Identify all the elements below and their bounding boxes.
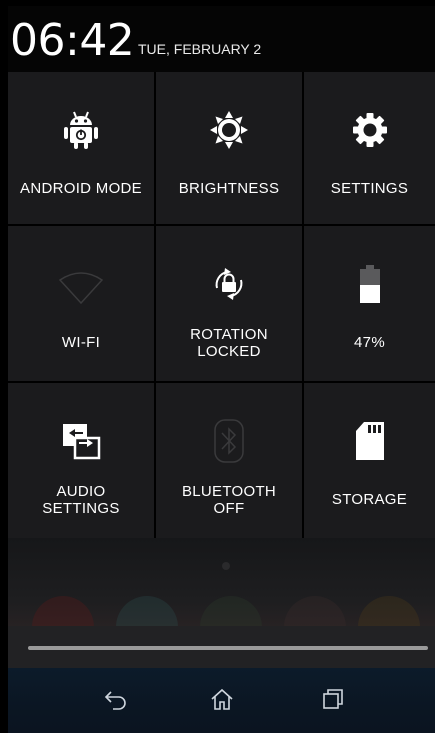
navigation-bar [8, 668, 435, 733]
tile-android-mode[interactable]: ANDROID MODE [8, 72, 154, 224]
tile-wifi[interactable]: WI-FI [8, 226, 154, 381]
tile-audio-settings[interactable]: AUDIO SETTINGS [8, 383, 154, 538]
recents-button[interactable] [313, 686, 353, 716]
tile-rotation-locked[interactable]: ROTATION LOCKED [156, 226, 302, 381]
back-button[interactable] [96, 686, 136, 716]
recents-icon [321, 688, 345, 715]
tile-settings[interactable]: SETTINGS [304, 72, 435, 224]
tile-brightness[interactable]: BRIGHTNESS [156, 72, 302, 224]
battery-icon [304, 264, 435, 304]
wifi-icon [8, 268, 154, 308]
tile-label: 47% [354, 334, 385, 351]
gear-icon [304, 110, 435, 150]
back-icon [104, 688, 128, 715]
date[interactable]: TUE, FEBRUARY 2 [138, 40, 261, 58]
brightness-icon [156, 110, 302, 150]
tile-label: BRIGHTNESS [178, 180, 280, 197]
page-indicator-dot [222, 562, 230, 570]
tile-label: SETTINGS [330, 180, 409, 197]
tile-label: AUDIO SETTINGS [42, 483, 120, 517]
rotation-lock-icon [156, 264, 302, 304]
status-header: 06:42 TUE, FEBRUARY 2 [8, 6, 435, 72]
tile-battery[interactable]: 47% [304, 226, 435, 381]
tile-label: ROTATION LOCKED [190, 326, 268, 360]
tile-label: ANDROID MODE [20, 180, 142, 197]
tile-label: STORAGE [331, 491, 408, 508]
home-button[interactable] [202, 686, 242, 716]
audio-settings-icon [8, 421, 154, 461]
tile-storage[interactable]: STORAGE [304, 383, 435, 538]
phone-screen: 06:42 TUE, FEBRUARY 2 ANDROID MODE BRIGH… [8, 6, 435, 733]
drag-handle[interactable] [28, 646, 428, 650]
clock[interactable]: 06:42 [10, 16, 135, 66]
sd-card-icon [304, 421, 435, 461]
android-icon [8, 110, 154, 150]
home-icon [210, 688, 234, 715]
tile-label: WI-FI [61, 334, 101, 351]
bluetooth-icon [156, 419, 302, 463]
tile-bluetooth[interactable]: BLUETOOTH OFF [156, 383, 302, 538]
quick-settings-grid: ANDROID MODE BRIGHTNESS SETTINGS WI-FI R… [8, 72, 435, 538]
tile-label: BLUETOOTH OFF [181, 483, 277, 517]
